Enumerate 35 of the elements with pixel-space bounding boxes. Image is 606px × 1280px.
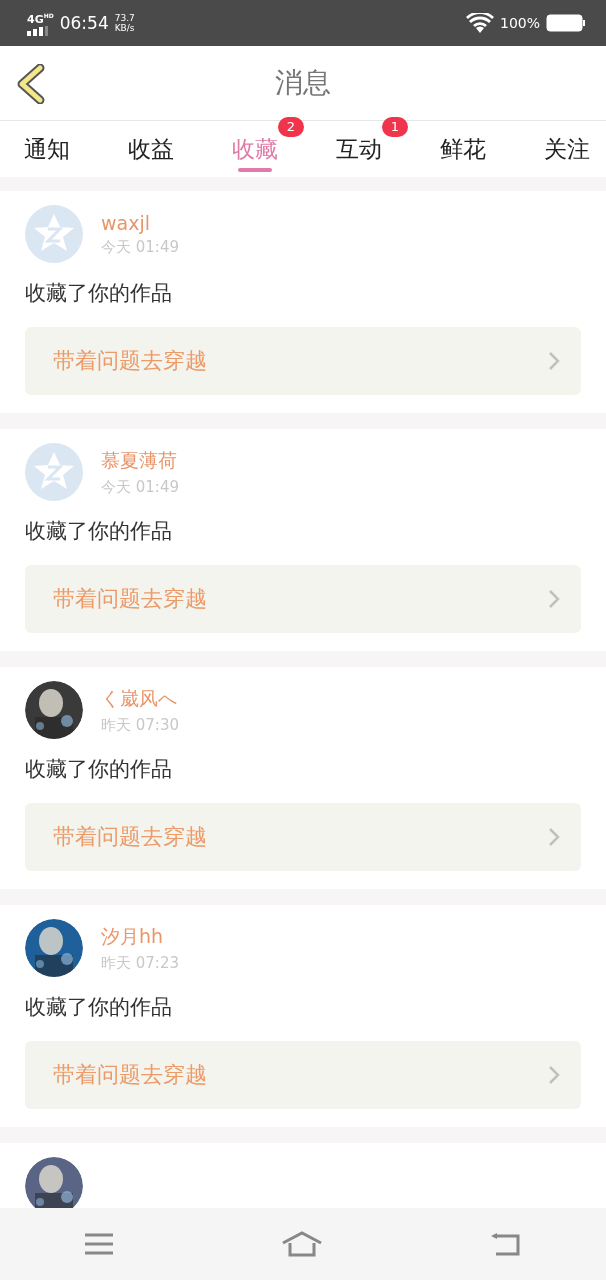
message-text: 收藏了你的作品 (25, 518, 173, 545)
tab[interactable]: 关注 (544, 121, 590, 177)
tab[interactable]: 互动 (336, 121, 382, 177)
count-badge: 2 (277, 117, 304, 137)
message-text: 收藏了你的作品 (25, 756, 173, 783)
user-name: waxjl (101, 211, 151, 234)
chevron-icon (547, 1064, 561, 1086)
menu-icon[interactable] (83, 1232, 114, 1256)
user-name: く崴风へ (101, 685, 178, 711)
battery-label: 100% (499, 15, 540, 31)
battery-icon (546, 14, 586, 32)
page-title: 消息 (275, 65, 331, 101)
message-text: 收藏了你的作品 (25, 994, 173, 1021)
chevron-icon (547, 350, 561, 372)
home-icon[interactable] (281, 1231, 323, 1257)
speed-value: 73.7 (114, 13, 135, 23)
back-button[interactable] (16, 64, 46, 104)
signal-icon (27, 25, 49, 36)
user-name: 汐月hh (101, 923, 165, 949)
speed-unit: KB/s (114, 23, 135, 33)
chevron-icon (547, 588, 561, 610)
tab[interactable]: 鲜花 (440, 121, 486, 177)
chevron-icon (547, 826, 561, 848)
tab[interactable]: 收益 (128, 121, 174, 177)
back-icon[interactable] (490, 1232, 523, 1256)
avatar-icon (25, 443, 83, 501)
clock: 06:54 (59, 13, 109, 33)
user-name: 慕夏薄荷 (101, 447, 178, 473)
tab-underline (238, 168, 272, 172)
network-label: 4G$^{HD}$ (27, 11, 54, 26)
count-badge: 1 (381, 117, 408, 137)
tab[interactable]: 通知 (24, 121, 70, 177)
message-text: 收藏了你的作品 (25, 280, 173, 307)
avatar-icon (25, 205, 83, 263)
wifi-icon (465, 13, 494, 33)
